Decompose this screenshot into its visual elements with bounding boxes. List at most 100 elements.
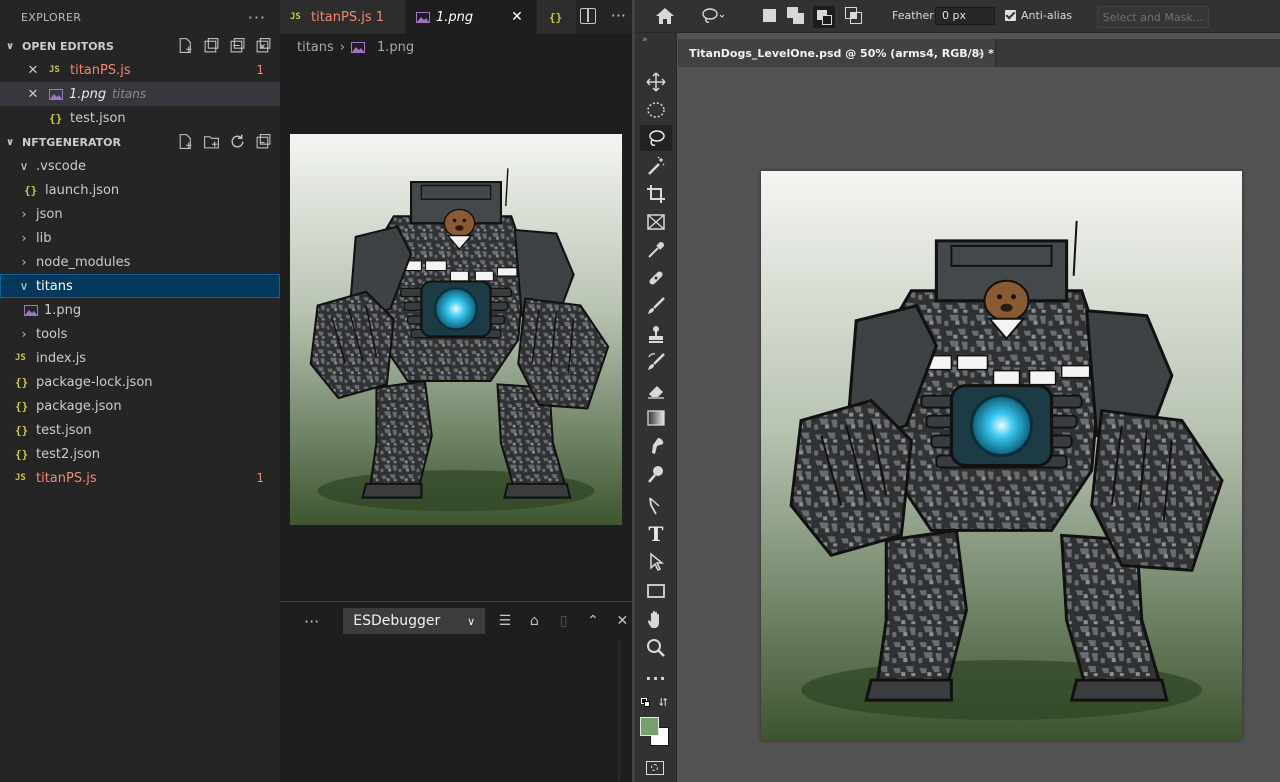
tree-file-titanps[interactable]: JS titanPS.js 1 (0, 466, 280, 490)
new-folder-icon[interactable] (203, 133, 220, 150)
move-tool-icon[interactable] (640, 69, 672, 95)
more-actions-icon[interactable]: ··· (611, 6, 626, 25)
new-untitled-file-icon[interactable] (177, 37, 194, 54)
smudge-tool-icon[interactable] (640, 433, 672, 459)
rectangle-tool-icon[interactable] (640, 578, 672, 604)
antialias-toggle[interactable]: Anti-alias (1005, 9, 1072, 22)
open-editor-label: 1.png (69, 86, 107, 102)
dodge-tool-icon[interactable] (640, 461, 672, 487)
collapse-all-icon[interactable] (255, 133, 272, 150)
frame-tool-icon[interactable] (640, 209, 672, 235)
tree-folder-vscode[interactable]: ∨ .vscode (0, 154, 280, 178)
tree-label: tools (36, 326, 68, 342)
add-selection-icon[interactable] (787, 7, 805, 25)
bottom-panel: ··· ESDebugger ∨ ☰ ⌂ ▯ ⌃ ✕ (280, 601, 632, 782)
eraser-tool-icon[interactable] (640, 377, 672, 403)
document-tab[interactable]: TitanDogs_LevelOne.psd @ 50% (arms4, RGB… (678, 39, 996, 67)
type-tool-icon[interactable]: T (640, 521, 672, 547)
lasso-preset-icon[interactable] (701, 7, 725, 29)
save-all-icon[interactable] (203, 37, 220, 54)
breadcrumb-folder[interactable]: titans (297, 40, 334, 55)
tree-folder-json[interactable]: › json (0, 202, 280, 226)
debugger-select-value: ESDebugger (353, 613, 441, 629)
tree-label: package.json (36, 398, 122, 414)
new-file-icon[interactable] (177, 133, 194, 150)
lasso-tool-icon[interactable] (640, 125, 672, 151)
path-selection-tool-icon[interactable] (640, 549, 672, 575)
document-canvas[interactable] (761, 171, 1242, 740)
refresh-icon[interactable] (229, 133, 246, 150)
healing-brush-tool-icon[interactable] (640, 265, 672, 291)
home-icon[interactable] (655, 7, 675, 25)
collapse-panel-icon[interactable]: » (642, 35, 647, 45)
tree-folder-tools[interactable]: › tools (0, 322, 280, 346)
hand-tool-icon[interactable] (640, 607, 672, 633)
pen-tool-icon[interactable] (640, 493, 672, 519)
tree-file-png[interactable]: 1.png (0, 298, 280, 322)
history-brush-tool-icon[interactable] (640, 349, 672, 375)
more-actions-icon[interactable]: ··· (304, 612, 319, 631)
brush-tool-icon[interactable] (640, 293, 672, 319)
clone-stamp-tool-icon[interactable] (640, 321, 672, 347)
select-and-mask-button[interactable]: Select and Mask... (1097, 6, 1209, 28)
gradient-tool-icon[interactable] (640, 405, 672, 431)
marquee-tool-icon[interactable] (640, 97, 672, 123)
chevron-up-icon[interactable]: ⌃ (583, 613, 602, 629)
open-editor-titanps[interactable]: ✕ JS titanPS.js 1 (0, 58, 280, 82)
breadcrumb-file[interactable]: 1.png (377, 40, 414, 55)
problem-count-badge: 1 (256, 63, 264, 77)
foreground-color-swatch[interactable] (640, 717, 659, 736)
crop-tool-icon[interactable] (640, 181, 672, 207)
tab-png[interactable]: 1.png ✕ (406, 0, 537, 34)
panel-scrollbar[interactable] (618, 640, 620, 780)
tree-folder-node-modules[interactable]: › node_modules (0, 250, 280, 274)
tab-overflow[interactable]: {} (537, 0, 577, 34)
intersect-selection-icon[interactable] (845, 7, 863, 25)
tree-label: test2.json (36, 446, 100, 462)
tree-file-package-lock[interactable]: {} package-lock.json (0, 370, 280, 394)
default-colors-icon[interactable] (641, 698, 651, 708)
tree-folder-lib[interactable]: › lib (0, 226, 280, 250)
project-header[interactable]: ∨ NFTGENERATOR (0, 130, 280, 154)
eyedropper-tool-icon[interactable] (640, 237, 672, 263)
image-file-icon (416, 11, 430, 23)
quick-mask-icon[interactable] (646, 761, 664, 775)
close-icon[interactable]: × (976, 47, 985, 60)
close-all-icon[interactable] (255, 37, 272, 54)
explorer-sidebar: EXPLORER ··· ∨ OPEN EDITORS ✕ JS titanPS… (0, 0, 280, 782)
open-editor-png[interactable]: ✕ 1.png titans (0, 82, 280, 106)
more-tools-icon[interactable]: ··· (640, 665, 672, 691)
document-tab-label: TitanDogs_LevelOne.psd @ 50% (arms4, RGB… (689, 46, 994, 60)
open-editors-header[interactable]: ∨ OPEN EDITORS (0, 34, 280, 58)
tree-file-test[interactable]: {} test.json (0, 418, 280, 442)
split-editor-icon[interactable] (580, 8, 596, 24)
magic-wand-tool-icon[interactable] (640, 153, 672, 179)
feather-input[interactable]: 0 px (935, 7, 995, 25)
toggle-vertical-icon[interactable] (229, 37, 246, 54)
swap-colors-icon[interactable]: ⮃ (659, 696, 668, 710)
more-actions-icon[interactable]: ··· (248, 8, 266, 27)
new-selection-icon[interactable] (763, 9, 776, 22)
tree-file-package[interactable]: {} package.json (0, 394, 280, 418)
tree-folder-titans[interactable]: ∨ titans (0, 274, 280, 298)
json-file-icon: {} (549, 10, 563, 24)
close-icon[interactable]: ✕ (27, 63, 39, 78)
editor-area: JS titanPS.js 1 1.png ✕ {} ··· titans › … (280, 0, 632, 782)
close-icon[interactable]: ✕ (27, 87, 39, 102)
tree-file-launch[interactable]: {} launch.json (0, 178, 280, 202)
clear-icon[interactable]: ▯ (554, 613, 573, 629)
list-filter-icon[interactable]: ☰ (495, 613, 514, 629)
open-editor-testjson[interactable]: {} test.json (0, 106, 280, 130)
subtract-selection-icon[interactable] (813, 6, 835, 28)
tree-label: package-lock.json (36, 374, 153, 390)
tree-label: json (36, 206, 63, 222)
unlock-icon[interactable]: ⌂ (525, 613, 544, 629)
tab-titanps[interactable]: JS titanPS.js 1 (280, 0, 406, 34)
debugger-select[interactable]: ESDebugger ∨ (343, 608, 486, 634)
tree-file-test2[interactable]: {} test2.json (0, 442, 280, 466)
tree-file-index[interactable]: JS index.js (0, 346, 280, 370)
close-icon[interactable]: ✕ (511, 9, 523, 25)
antialias-checkbox[interactable] (1005, 10, 1016, 21)
zoom-tool-icon[interactable] (640, 635, 672, 661)
close-panel-icon[interactable]: ✕ (613, 613, 632, 629)
